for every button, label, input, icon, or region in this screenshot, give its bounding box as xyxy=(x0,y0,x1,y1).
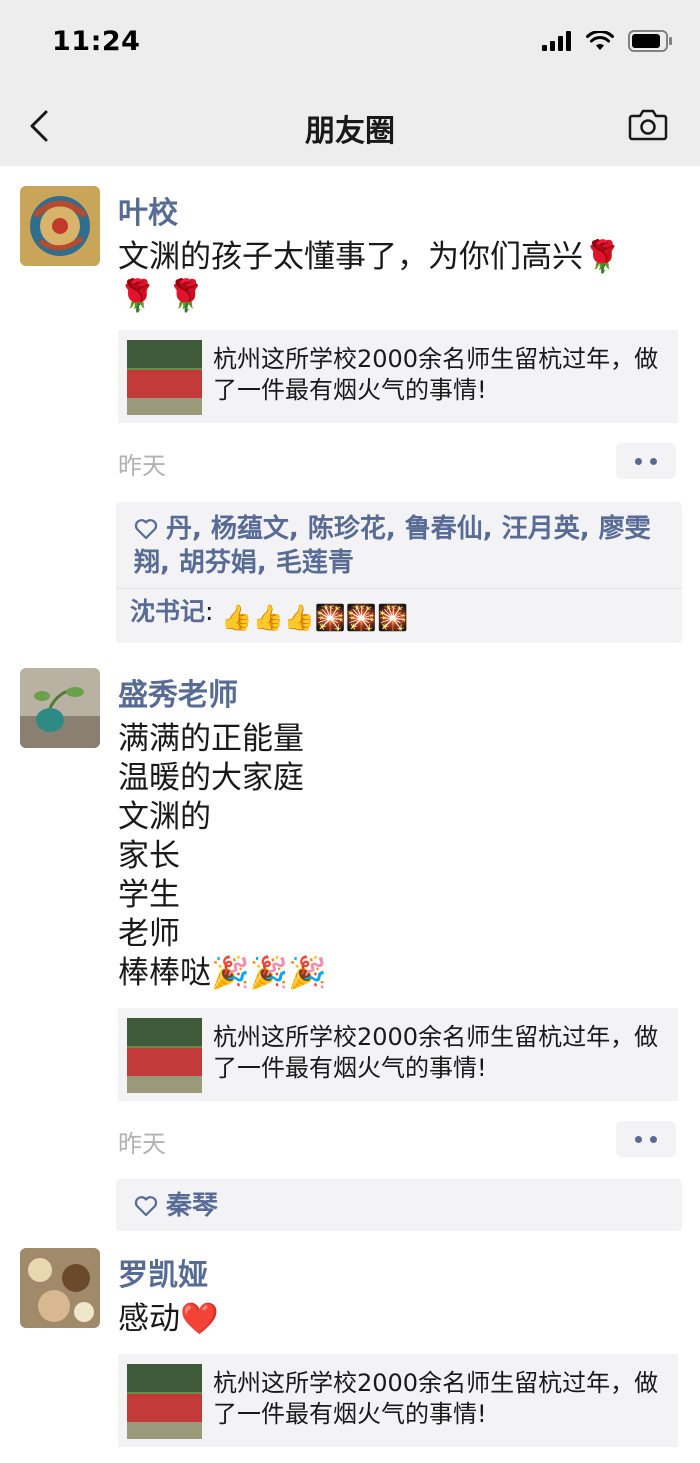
post-text-line: 棒棒哒🎉🎉🎉 xyxy=(118,955,327,991)
nav-bar: 朋友圈 xyxy=(0,84,700,166)
post-text: 感动❤️ xyxy=(118,1301,219,1337)
link-thumbnail xyxy=(127,1018,202,1093)
author-name[interactable]: 罗凯娅 xyxy=(118,1250,208,1294)
link-card[interactable]: 杭州这所学校2000余名师生留杭过年，做了一件最有烟火气的事情! xyxy=(118,1354,678,1447)
camera-icon[interactable] xyxy=(628,106,668,142)
likes-row: 秦琴 xyxy=(116,1179,682,1231)
post-text-line: 🌹 🌹 xyxy=(118,278,206,314)
post-time: 昨天 xyxy=(118,1130,166,1158)
likes-row: 丹, 杨蕴文, 陈珍花, 鲁春仙, 汪月英, 廖雯翔, 胡芬娟, 毛莲青 xyxy=(116,502,682,588)
wifi-icon xyxy=(586,31,614,50)
avatar[interactable] xyxy=(20,1248,100,1328)
interaction-panel: 秦琴 xyxy=(116,1179,682,1231)
comment-text: 👍👍👍🎇🎇🎇 xyxy=(221,603,409,632)
author-name[interactable]: 盛秀老师 xyxy=(118,670,238,714)
post-time: 昨天 xyxy=(118,452,166,480)
avatar[interactable] xyxy=(20,668,100,748)
battery-icon xyxy=(628,30,672,52)
comment-author[interactable]: 沈书记 xyxy=(130,597,205,626)
link-title: 杭州这所学校2000余名师生留杭过年，做了一件最有烟火气的事情! xyxy=(213,1023,659,1082)
heart-icon xyxy=(134,1196,158,1217)
link-card[interactable]: 杭州这所学校2000余名师生留杭过年，做了一件最有烟火气的事情! xyxy=(118,1008,678,1101)
post-text-line: 老师 xyxy=(118,916,180,952)
likes-names[interactable]: 秦琴 xyxy=(166,1191,218,1221)
link-title: 杭州这所学校2000余名师生留杭过年，做了一件最有烟火气的事情! xyxy=(213,345,659,404)
link-thumbnail xyxy=(127,1364,202,1439)
signal-icon xyxy=(542,31,571,51)
post-text-line: 满满的正能量 xyxy=(118,721,304,757)
comment[interactable]: 沈书记: 👍👍👍🎇🎇🎇 xyxy=(116,588,682,643)
comment-separator: : xyxy=(205,597,222,626)
post-text-line: 文渊的 xyxy=(118,799,211,835)
post-text-line: 家长 xyxy=(118,838,180,874)
more-actions-button[interactable] xyxy=(616,443,676,479)
post-text: 满满的正能量 温暖的大家庭 文渊的 家长 学生 老师 棒棒哒🎉🎉🎉 xyxy=(118,720,658,993)
post-text-line: 学生 xyxy=(118,877,180,913)
status-icons xyxy=(542,30,674,52)
status-time: 11:24 xyxy=(52,26,141,57)
link-title: 杭州这所学校2000余名师生留杭过年，做了一件最有烟火气的事情! xyxy=(213,1369,659,1428)
link-card[interactable]: 杭州这所学校2000余名师生留杭过年，做了一件最有烟火气的事情! xyxy=(118,330,678,423)
post-text-line: 温暖的大家庭 xyxy=(118,760,304,796)
likes-names[interactable]: 丹, 杨蕴文, 陈珍花, 鲁春仙, 汪月英, 廖雯翔, 胡芬娟, 毛莲青 xyxy=(134,514,651,578)
author-name[interactable]: 叶校 xyxy=(118,188,178,232)
status-bar: 11:24 xyxy=(0,0,700,84)
post-text: 文渊的孩子太懂事了，为你们高兴🌹 🌹 🌹 xyxy=(118,238,658,316)
avatar[interactable] xyxy=(20,186,100,266)
page-title: 朋友圈 xyxy=(305,114,395,149)
moments-feed[interactable]: 叶校 文渊的孩子太懂事了，为你们高兴🌹 🌹 🌹 杭州这所学校2000余名师生留杭… xyxy=(0,166,700,1463)
heart-icon xyxy=(134,519,158,540)
more-actions-button[interactable] xyxy=(616,1121,676,1157)
post-text-line: 文渊的孩子太懂事了，为你们高兴🌹 xyxy=(118,239,622,275)
link-thumbnail xyxy=(127,340,202,415)
interaction-panel: 丹, 杨蕴文, 陈珍花, 鲁春仙, 汪月英, 廖雯翔, 胡芬娟, 毛莲青 沈书记… xyxy=(116,502,682,643)
